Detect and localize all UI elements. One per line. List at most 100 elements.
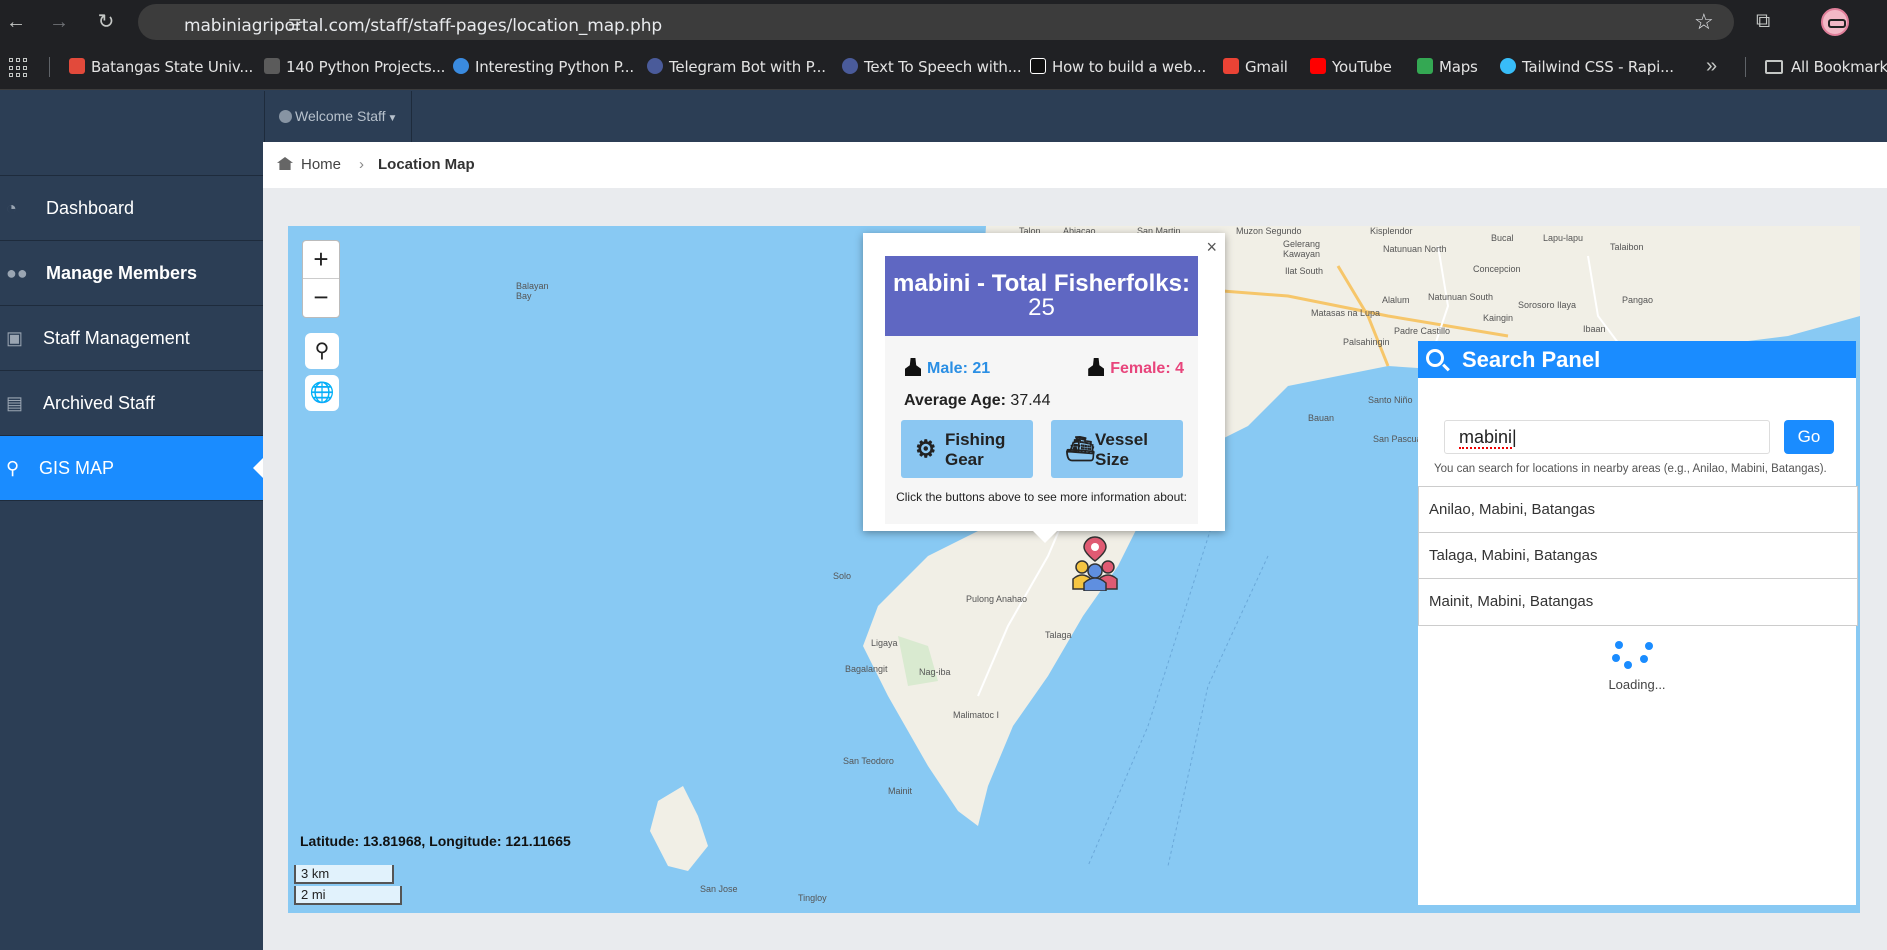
address-bar[interactable]: ☰ mabiniagriportal.com/staff/staff-pages…	[138, 4, 1734, 40]
sidebar-item-dashboard[interactable]: ◔ Dashboard	[0, 176, 263, 241]
breadcrumb-home[interactable]: Home	[301, 156, 341, 173]
briefcase-icon: ▣	[6, 328, 24, 348]
bookmark-item[interactable]: Text To Speech with...	[842, 58, 1022, 78]
map-label: Kisplendor	[1370, 226, 1413, 236]
more-bookmarks-icon[interactable]: »	[1706, 55, 1717, 78]
map-label: Alalum	[1382, 295, 1410, 305]
fishing-gear-label: Fishing Gear	[945, 430, 1006, 469]
bookmark-label: Maps	[1439, 58, 1478, 76]
sidebar-item-label: Staff Management	[43, 328, 190, 348]
breadcrumb: Home › Location Map	[263, 142, 1887, 188]
map-label: Nag-iba	[919, 667, 951, 677]
map-label: Ligaya	[871, 638, 898, 648]
extensions-icon[interactable]: ⧉	[1756, 10, 1780, 34]
bookmark-item[interactable]: Interesting Python P...	[453, 58, 634, 78]
url-text[interactable]: mabiniagriportal.com/staff/staff-pages/l…	[184, 16, 662, 36]
search-hint: You can search for locations in nearby a…	[1434, 463, 1827, 475]
loading-spinner-icon	[1611, 641, 1661, 671]
map-label: Muzon Segundo	[1236, 226, 1302, 236]
sidebar-item-gis-map[interactable]: ⚲ GIS MAP	[0, 436, 263, 501]
sidebar-item-archived-staff[interactable]: ▤ Archived Staff	[0, 371, 263, 436]
bookmark-item[interactable]: YouTube	[1310, 58, 1392, 78]
bookmark-label: 140 Python Projects...	[286, 58, 446, 76]
search-panel-header: Search Panel	[1418, 341, 1856, 378]
welcome-dropdown[interactable]: Welcome Staff ▼	[264, 91, 412, 142]
scale-mi: 2 mi	[294, 886, 402, 905]
zoom-out-button[interactable]: −	[303, 279, 339, 317]
profile-avatar[interactable]	[1821, 8, 1849, 36]
bookmark-label: Gmail	[1245, 58, 1288, 76]
bookmark-star-icon[interactable]: ☆	[1694, 9, 1714, 35]
sidebar-item-label: Manage Members	[46, 263, 198, 283]
map-label: Natunuan South	[1428, 292, 1494, 302]
bookmark-label: YouTube	[1332, 58, 1392, 76]
bookmark-item[interactable]: Tailwind CSS - Rapi...	[1500, 58, 1674, 78]
bookmark-item[interactable]: Batangas State Univ...	[69, 58, 253, 78]
map-label: Lapu-lapu	[1543, 233, 1584, 243]
chevron-right-icon: ›	[359, 156, 365, 173]
bookmark-label: Text To Speech with...	[864, 58, 1022, 76]
bookmark-item[interactable]: Gmail	[1223, 58, 1288, 78]
breadcrumb-current: Location Map	[378, 156, 475, 173]
sidebar-spacer	[0, 142, 263, 176]
location-search-input[interactable]: mabini|	[1444, 420, 1770, 454]
map-label: Ilat South	[1285, 266, 1324, 276]
bookmark-item[interactable]: Telegram Bot with P...	[647, 58, 826, 78]
go-button[interactable]: Go	[1784, 420, 1834, 454]
bookmarks-bar: Batangas State Univ... 140 Python Projec…	[0, 44, 1887, 90]
reload-icon[interactable]: ↻	[94, 10, 118, 34]
map-label: Bucal	[1491, 233, 1514, 243]
bookmark-item[interactable]: How to build a web...	[1030, 58, 1206, 78]
bookmark-item[interactable]: Maps	[1417, 58, 1478, 78]
sidebar-item-manage-members[interactable]: ●● Manage Members	[0, 241, 263, 306]
forward-icon[interactable]: →	[47, 10, 71, 34]
search-result-item[interactable]: Talaga, Mabini, Batangas	[1419, 533, 1857, 579]
bookmark-item[interactable]: 140 Python Projects...	[264, 58, 445, 78]
bookmark-label: Telegram Bot with P...	[669, 58, 826, 76]
home-icon	[277, 157, 293, 170]
user-circle-icon	[279, 110, 292, 123]
popup-total: 25	[1028, 294, 1055, 321]
bookmark-favicon-icon	[453, 58, 469, 74]
map-layers-button[interactable]: 🌐	[305, 375, 339, 411]
zoom-in-button[interactable]: +	[303, 241, 339, 279]
bookmark-favicon-icon	[1030, 58, 1046, 74]
search-panel-title: Search Panel	[1462, 347, 1601, 372]
sidebar-item-label: Dashboard	[46, 198, 135, 218]
fisherfolk-marker-icon[interactable]	[1068, 535, 1122, 591]
average-age-value: 37.44	[1010, 392, 1051, 409]
archive-icon: ▤	[6, 393, 24, 413]
map-label: San Jose	[700, 884, 738, 894]
location-popup: × mabini - Total Fisherfolks: 25 Male: 2…	[863, 233, 1225, 543]
sidebar-item-label: GIS MAP	[39, 458, 115, 478]
map-label: Bauan	[1308, 413, 1335, 423]
map-marker-icon: ⚲	[6, 458, 20, 478]
search-result-item[interactable]: Mainit, Mabini, Batangas	[1419, 579, 1857, 625]
bookmarks-divider	[1745, 57, 1746, 77]
scale-km: 3 km	[294, 865, 394, 884]
map-label: Matasas na Lupa	[1311, 308, 1381, 318]
bookmark-favicon-icon	[69, 58, 85, 74]
person-icon	[905, 358, 921, 376]
maps-icon	[1417, 58, 1433, 74]
sidebar-item-staff-management[interactable]: ▣ Staff Management	[0, 306, 263, 371]
tailwind-icon	[1500, 58, 1516, 74]
popup-close-button[interactable]: ×	[1206, 237, 1217, 258]
fishing-gear-button[interactable]: ⚙ Fishing Gear	[901, 420, 1033, 478]
map-label: San Teodoro	[843, 756, 894, 766]
map-label: Talaga	[1045, 630, 1072, 640]
map-search-button[interactable]: ⚲	[305, 333, 339, 369]
map-label: Concepcion	[1473, 264, 1521, 274]
gis-map[interactable]: BalayanBay San Jose Solo Pulong Anahao L…	[288, 226, 1860, 913]
search-input-value: mabini	[1459, 427, 1513, 449]
loading-text: Loading...	[1608, 677, 1666, 692]
apps-grid-icon[interactable]	[9, 58, 29, 78]
map-label: Padre Castillo	[1394, 326, 1451, 336]
bookmark-label: Tailwind CSS - Rapi...	[1522, 58, 1674, 76]
back-icon[interactable]: ←	[4, 10, 28, 34]
search-result-item[interactable]: Anilao, Mabini, Batangas	[1419, 487, 1857, 533]
vessel-size-button[interactable]: ⛴ Vessel Size	[1051, 420, 1183, 478]
average-age: Average Age: 37.44	[904, 392, 1050, 410]
all-bookmarks-folder[interactable]: All Bookmarks	[1765, 58, 1887, 78]
map-label: Ibaan	[1583, 324, 1606, 334]
